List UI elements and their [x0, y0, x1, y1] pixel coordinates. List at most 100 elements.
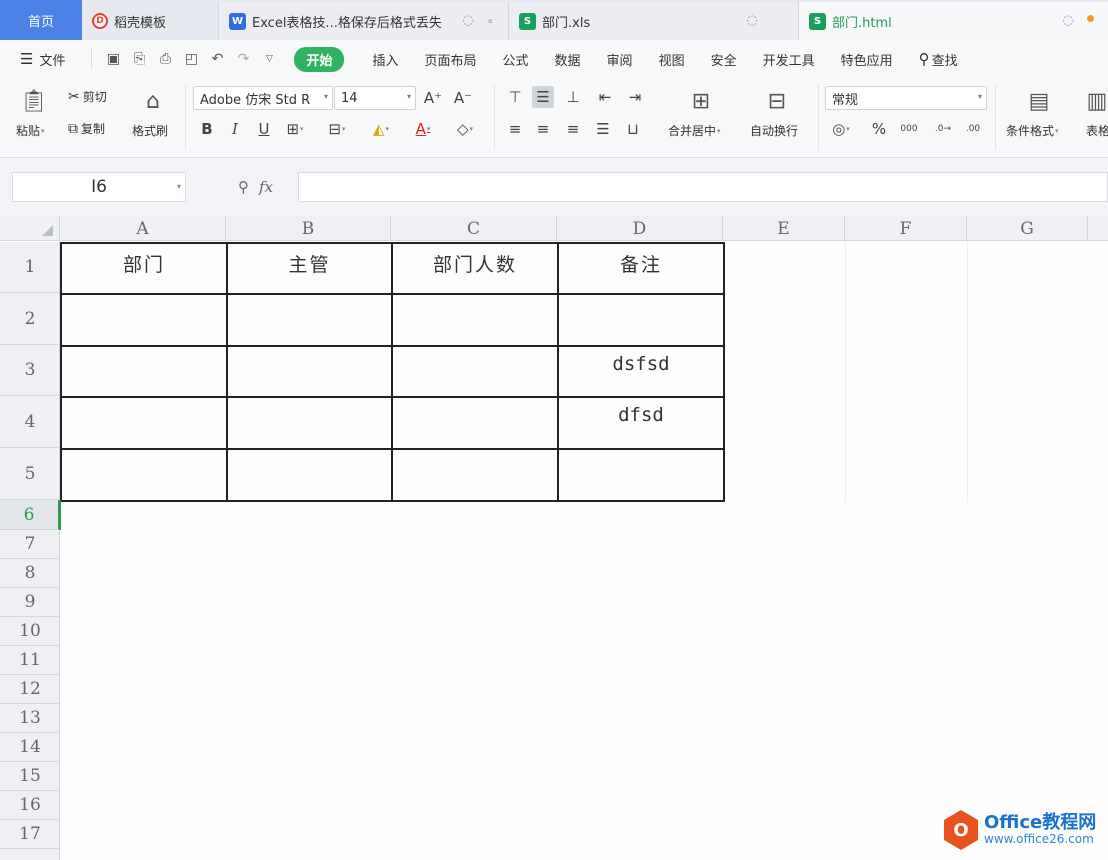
table-cell[interactable]: 备注 — [557, 242, 725, 295]
align-middle-icon[interactable]: ☰ — [532, 86, 554, 108]
row-header[interactable]: 16 — [0, 791, 60, 820]
align-left-icon[interactable]: ≡ — [504, 118, 526, 140]
row-header[interactable]: 2 — [0, 293, 60, 345]
insert-function-button[interactable]: fx — [259, 178, 273, 196]
table-cell[interactable]: dfsd — [557, 396, 725, 450]
print-icon[interactable]: ⎙ — [152, 51, 178, 67]
underline-icon[interactable]: U — [253, 118, 275, 140]
comment-icon[interactable]: ◌ — [463, 13, 474, 28]
close-dot-icon[interactable]: ∘ — [486, 14, 494, 28]
column-header-d[interactable]: D — [557, 216, 723, 241]
zoom-search-icon[interactable]: ⚲ — [238, 178, 249, 196]
tab-excel-article[interactable]: W Excel表格技...格保存后格式丢失 ◌ ∘ — [218, 2, 508, 40]
table-cell[interactable] — [226, 396, 393, 450]
table-cell[interactable] — [557, 448, 725, 502]
row-header[interactable]: 17 — [0, 820, 60, 849]
format-painter-icon[interactable]: ⌂ — [140, 86, 166, 116]
row-header[interactable]: 13 — [0, 704, 60, 733]
table-cell[interactable] — [60, 293, 228, 347]
tab-page-layout[interactable]: 页面布局 — [425, 50, 477, 69]
comment-icon[interactable]: ◌ — [1063, 13, 1074, 28]
table-cell[interactable]: 主管 — [226, 242, 393, 295]
align-center-icon[interactable]: ≡ — [532, 118, 554, 140]
tab-docer-templates[interactable]: D 稻壳模板 — [82, 2, 218, 40]
column-header-f[interactable]: F — [845, 216, 967, 241]
tab-department-xls[interactable]: S 部门.xls ◌ — [508, 2, 798, 40]
tab-special-apps[interactable]: 特色应用 — [841, 50, 893, 69]
format-painter-button[interactable]: 格式刷 — [132, 122, 168, 139]
row-header[interactable]: 1 — [0, 242, 60, 293]
tab-security[interactable]: 安全 — [711, 50, 737, 69]
tab-department-html[interactable]: S 部门.html ◌ — [798, 2, 1108, 40]
print-preview-icon[interactable]: ◰ — [178, 51, 204, 67]
column-header-e[interactable]: E — [723, 216, 845, 241]
cut-button[interactable]: ✂ 剪切 — [68, 88, 107, 105]
font-color-icon[interactable]: A ▾ — [412, 118, 434, 140]
table-cell[interactable] — [391, 396, 559, 450]
decrease-decimal-icon[interactable]: .00 — [962, 118, 984, 140]
tab-insert[interactable]: 插入 — [372, 50, 398, 69]
table-cell[interactable] — [391, 448, 559, 502]
column-header-b[interactable]: B — [226, 216, 391, 241]
bold-icon[interactable]: B — [196, 118, 218, 140]
copy-button[interactable]: ⧉ 复制 — [68, 120, 105, 137]
clear-format-icon[interactable]: ◇ ▾ — [454, 118, 476, 140]
row-header[interactable]: 12 — [0, 675, 60, 704]
increase-decimal-icon[interactable]: .0→ — [932, 118, 954, 140]
table-cell[interactable] — [226, 293, 393, 347]
file-menu[interactable]: ☰ 文件 — [20, 50, 65, 69]
tab-view[interactable]: 视图 — [659, 50, 685, 69]
search-button[interactable]: ⚲ 查找 — [919, 50, 958, 69]
row-header[interactable]: 8 — [0, 559, 60, 588]
column-header-a[interactable]: A — [60, 216, 226, 241]
save-icon[interactable]: ▣ — [100, 51, 126, 67]
paste-button[interactable]: 粘贴 ▾ — [16, 122, 45, 139]
row-header[interactable]: 11 — [0, 646, 60, 675]
fill-color-icon[interactable]: ◭ ▾ — [370, 118, 392, 140]
table-cell[interactable] — [226, 345, 393, 398]
comment-icon[interactable]: ◌ — [747, 13, 758, 28]
row-header[interactable]: 3 — [0, 345, 60, 396]
align-right-icon[interactable]: ≡ — [562, 118, 584, 140]
table-cell[interactable]: dsfsd — [557, 345, 725, 398]
merge-center-icon[interactable]: ⊞ — [686, 86, 716, 116]
wrap-text-button[interactable]: 自动换行 — [750, 122, 798, 139]
align-top-icon[interactable]: ⊤ — [504, 86, 526, 108]
row-header[interactable]: 14 — [0, 733, 60, 762]
justify-icon[interactable]: ☰ — [592, 118, 614, 140]
conditional-format-button[interactable]: 条件格式 ▾ — [1006, 122, 1059, 139]
border-icon[interactable]: ⊞ ▾ — [284, 118, 306, 140]
select-all-button[interactable] — [0, 216, 60, 241]
thousands-separator-icon[interactable]: 000 — [898, 118, 920, 140]
redo-icon[interactable]: ↷ — [230, 51, 256, 67]
name-box[interactable]: I6 ▾ — [12, 172, 186, 202]
font-size-select[interactable]: 14 ▾ — [334, 86, 416, 110]
table-cell[interactable] — [60, 396, 228, 450]
paste-icon[interactable]: 📋︎ — [18, 86, 50, 116]
row-header[interactable]: 4 — [0, 396, 60, 448]
increase-font-icon[interactable]: A⁺ — [422, 87, 444, 109]
row-header[interactable]: 15 — [0, 762, 60, 791]
italic-icon[interactable]: I — [224, 118, 246, 140]
export-pdf-icon[interactable]: ⎘ — [126, 51, 152, 67]
table-cell[interactable] — [226, 448, 393, 502]
row-header-active[interactable]: 6 — [0, 500, 60, 530]
table-cell[interactable]: 部门 — [60, 242, 228, 295]
table-style-icon[interactable]: ▥ — [1086, 86, 1108, 116]
table-cell[interactable] — [391, 293, 559, 347]
percent-icon[interactable]: % — [868, 118, 890, 140]
chevron-down-icon[interactable]: ▽ — [256, 54, 282, 64]
indent-increase-icon[interactable]: ⇥ — [624, 86, 646, 108]
number-format-select[interactable]: 常规 ▾ — [825, 86, 987, 110]
decrease-font-icon[interactable]: A⁻ — [452, 87, 474, 109]
table-cell[interactable] — [60, 448, 228, 502]
indent-decrease-icon[interactable]: ⇤ — [594, 86, 616, 108]
row-header[interactable]: 5 — [0, 448, 60, 500]
conditional-format-icon[interactable]: ▤ — [1024, 86, 1054, 116]
tab-developer[interactable]: 开发工具 — [763, 50, 815, 69]
table-style-button[interactable]: 表格 — [1086, 122, 1108, 139]
table-cell[interactable] — [557, 293, 725, 347]
column-header-c[interactable]: C — [391, 216, 557, 241]
currency-icon[interactable]: ◎ ▾ — [830, 118, 852, 140]
tab-start[interactable]: 开始 — [294, 46, 345, 72]
